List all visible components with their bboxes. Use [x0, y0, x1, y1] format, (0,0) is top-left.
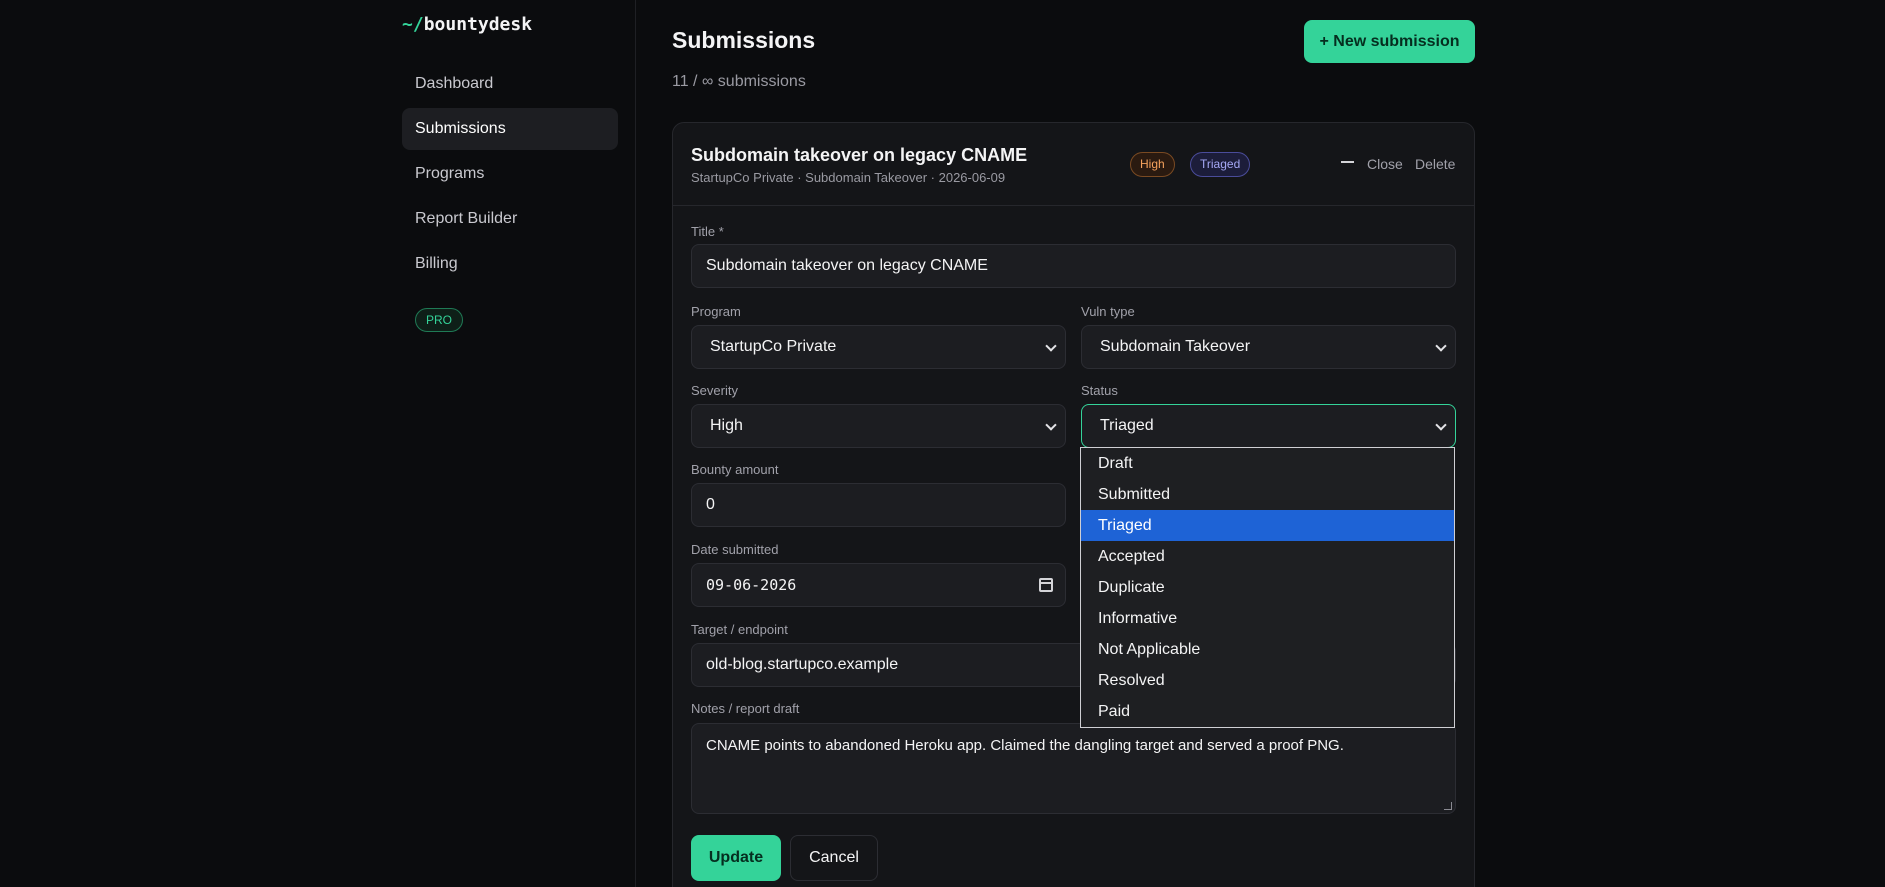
status-option-paid[interactable]: Paid	[1081, 696, 1454, 727]
date-label: Date submitted	[691, 542, 779, 557]
chevron-down-icon	[1435, 340, 1447, 352]
bounty-input[interactable]: 0	[691, 483, 1066, 527]
title-input[interactable]: Subdomain takeover on legacy CNAME	[691, 244, 1456, 288]
sidebar-item-billing[interactable]: Billing	[402, 243, 618, 285]
resize-handle-icon[interactable]	[1444, 802, 1452, 810]
new-submission-button[interactable]: + New submission	[1304, 20, 1475, 63]
logo-name: bountydesk	[423, 14, 533, 35]
severity-badge: High	[1130, 152, 1175, 177]
program-label: Program	[691, 304, 741, 319]
status-select-value: Triaged	[1100, 417, 1154, 434]
status-option-informative[interactable]: Informative	[1081, 603, 1454, 634]
update-button[interactable]: Update	[691, 835, 781, 881]
status-option-triaged[interactable]: Triaged	[1081, 510, 1454, 541]
program-select[interactable]: StartupCo Private	[691, 325, 1066, 369]
sidebar-item-submissions[interactable]: Submissions	[402, 108, 618, 150]
sidebar-item-dashboard[interactable]: Dashboard	[402, 63, 618, 105]
program-select-value: StartupCo Private	[710, 338, 837, 355]
vuln-type-label: Vuln type	[1081, 304, 1135, 319]
severity-select[interactable]: High	[691, 404, 1066, 448]
status-option-resolved[interactable]: Resolved	[1081, 665, 1454, 696]
calendar-icon[interactable]	[1039, 578, 1053, 592]
sidebar-item-programs[interactable]: Programs	[402, 153, 618, 195]
status-option-not-applicable[interactable]: Not Applicable	[1081, 634, 1454, 665]
card-meta: StartupCo Private · Subdomain Takeover ·…	[691, 170, 1006, 185]
status-dropdown-list: Draft Submitted Triaged Accepted Duplica…	[1080, 447, 1455, 728]
logo-prefix: ~/	[402, 14, 424, 35]
severity-label: Severity	[691, 383, 738, 398]
sidebar-item-report-builder[interactable]: Report Builder	[402, 198, 618, 240]
status-label: Status	[1081, 383, 1118, 398]
app-logo[interactable]: ~/bountydesk	[402, 14, 532, 35]
status-option-duplicate[interactable]: Duplicate	[1081, 572, 1454, 603]
date-input-value: 09-06-2026	[706, 576, 797, 594]
status-option-submitted[interactable]: Submitted	[1081, 479, 1454, 510]
card-header: Subdomain takeover on legacy CNAME Start…	[673, 123, 1474, 206]
minimize-icon[interactable]	[1341, 161, 1354, 163]
vuln-type-select-value: Subdomain Takeover	[1100, 338, 1251, 355]
bounty-label: Bounty amount	[691, 462, 779, 477]
status-select[interactable]: Triaged	[1081, 404, 1456, 448]
close-button[interactable]: Close	[1367, 156, 1403, 172]
plan-badge: PRO	[415, 308, 464, 332]
page-title: Submissions	[672, 27, 816, 53]
delete-button[interactable]: Delete	[1415, 156, 1455, 172]
card-title: Subdomain takeover on legacy CNAME	[691, 145, 1028, 165]
notes-label: Notes / report draft	[691, 701, 800, 716]
status-option-accepted[interactable]: Accepted	[1081, 541, 1454, 572]
severity-select-value: High	[710, 417, 743, 434]
submission-count: 11 / ∞ submissions	[672, 73, 806, 90]
chevron-down-icon	[1435, 419, 1447, 431]
app-root: ~/bountydesk Dashboard Submissions Progr…	[0, 0, 1885, 887]
cancel-button[interactable]: Cancel	[790, 835, 878, 881]
sidebar-nav: Dashboard Submissions Programs Report Bu…	[402, 63, 618, 288]
status-badge: Triaged	[1190, 152, 1251, 177]
sidebar: ~/bountydesk Dashboard Submissions Progr…	[0, 0, 636, 887]
title-label: Title *	[691, 224, 724, 239]
status-option-draft[interactable]: Draft	[1081, 448, 1454, 479]
chevron-down-icon	[1045, 419, 1057, 431]
vuln-type-select[interactable]: Subdomain Takeover	[1081, 325, 1456, 369]
notes-textarea[interactable]: CNAME points to abandoned Heroku app. Cl…	[691, 723, 1456, 814]
chevron-down-icon	[1045, 340, 1057, 352]
target-label: Target / endpoint	[691, 622, 788, 637]
notes-text: CNAME points to abandoned Heroku app. Cl…	[706, 737, 1344, 754]
date-input[interactable]: 09-06-2026	[691, 563, 1066, 607]
